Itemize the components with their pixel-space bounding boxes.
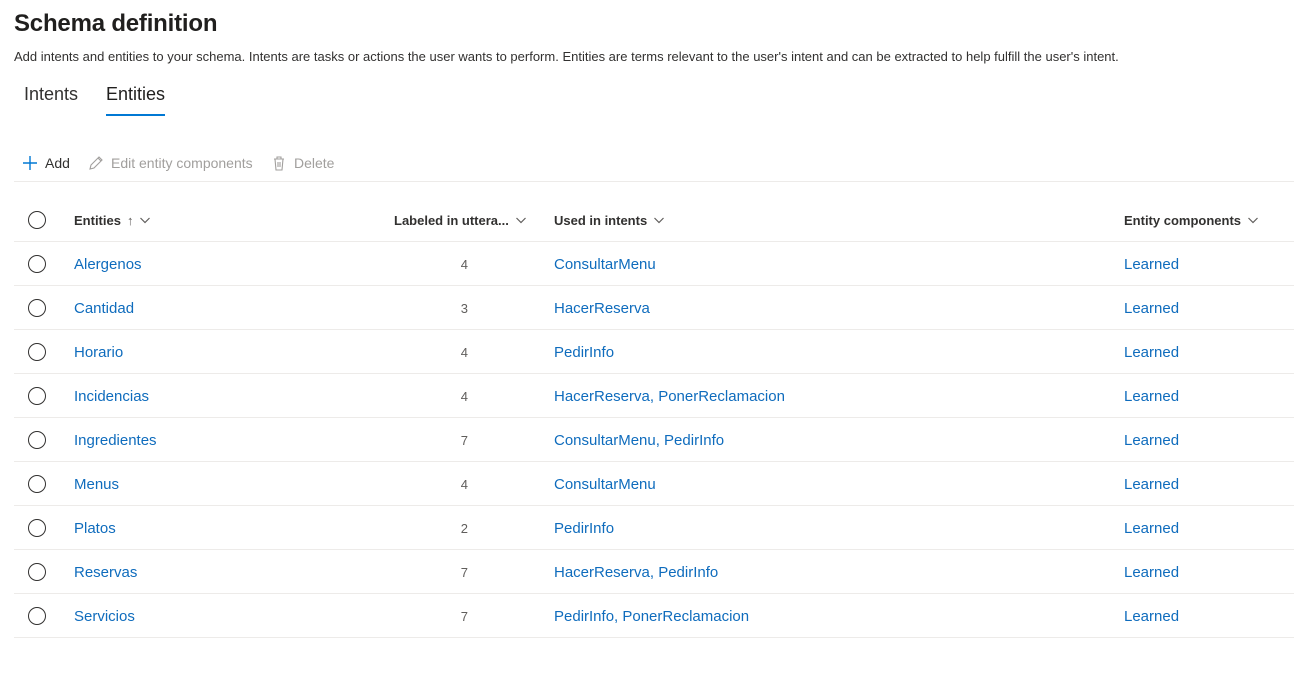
entity-components-link[interactable]: Learned [1124,476,1179,493]
chevron-down-icon [139,214,151,226]
column-header-entities[interactable]: Entities ↑ [74,198,151,242]
trash-icon [274,156,284,171]
entity-name-link[interactable]: Horario [74,344,123,361]
row-select-cell [28,462,48,506]
chevron-down-icon [515,214,527,226]
tab-intents[interactable]: Intents [24,84,78,118]
entity-name-link[interactable]: Alergenos [74,256,142,273]
row-select-cell [28,374,48,418]
table-row[interactable]: Servicios 7 PedirInfo, PonerReclamacion … [14,594,1294,638]
tab-intents-label: Intents [24,84,79,104]
table-header: Entities ↑ Labeled in uttera... Used in … [14,198,1294,242]
tab-entities[interactable]: Entities [106,84,166,118]
table-row[interactable]: Platos 2 PedirInfo Learned [14,506,1294,550]
row-select-cell [28,594,48,638]
entity-components-link[interactable]: Learned [1124,388,1179,405]
row-select-cell [28,506,48,550]
used-in-intents-link[interactable]: PedirInfo, PonerReclamacion [554,608,749,625]
labeled-count: 4 [460,388,468,404]
table-row[interactable]: Reservas 7 HacerReserva, PedirInfo Learn… [14,550,1294,594]
row-select-checkbox[interactable] [28,343,46,361]
delete-button[interactable]: Delete [271,150,334,176]
sort-ascending-icon: ↑ [126,212,134,228]
entity-components-link[interactable]: Learned [1124,256,1179,273]
select-all-checkbox[interactable] [28,211,46,229]
used-in-intents-link[interactable]: PedirInfo [554,520,614,537]
entity-name-link[interactable]: Ingredientes [74,432,157,449]
row-select-checkbox[interactable] [28,431,46,449]
table-row[interactable]: Cantidad 3 HacerReserva Learned [14,286,1294,330]
used-in-intents-link[interactable]: ConsultarMenu [554,476,656,493]
row-select-checkbox[interactable] [28,255,46,273]
delete-button-label: Delete [294,155,335,171]
labeled-count: 7 [460,608,468,624]
row-select-cell [28,550,48,594]
add-button[interactable]: Add [22,150,70,176]
row-select-checkbox[interactable] [28,563,46,581]
column-header-labeled-label: Labeled in uttera... [394,212,509,228]
pencil-icon [89,156,103,170]
used-in-intents-link[interactable]: ConsultarMenu [554,256,656,273]
entity-name-link[interactable]: Menus [74,476,119,493]
select-all-cell [28,198,48,242]
edit-entity-components-button[interactable]: Edit entity components [88,150,253,176]
chevron-down-icon [1247,214,1259,226]
entity-name-link[interactable]: Cantidad [74,300,134,317]
add-button-label: Add [45,155,70,171]
row-select-cell [28,286,48,330]
row-select-cell [28,418,48,462]
entities-table: Entities ↑ Labeled in uttera... Used in … [14,198,1294,638]
table-row[interactable]: Ingredientes 7 ConsultarMenu, PedirInfo … [14,418,1294,462]
entity-components-link[interactable]: Learned [1124,432,1179,449]
table-row[interactable]: Menus 4 ConsultarMenu Learned [14,462,1294,506]
row-select-checkbox[interactable] [28,607,46,625]
row-select-checkbox[interactable] [28,299,46,317]
entity-name-link[interactable]: Reservas [74,564,137,581]
used-in-intents-link[interactable]: HacerReserva [554,300,650,317]
used-in-intents-link[interactable]: ConsultarMenu, PedirInfo [554,432,724,449]
chevron-down-icon [653,214,665,226]
used-in-intents-link[interactable]: PedirInfo [554,344,614,361]
labeled-count: 4 [460,476,468,492]
row-select-cell [28,242,48,286]
column-header-entity-components-label: Entity components [1124,212,1242,228]
entity-name-link[interactable]: Incidencias [74,388,149,405]
tab-selected-indicator [106,114,166,116]
column-header-entity-components[interactable]: Entity components [1124,198,1259,242]
labeled-count: 2 [460,520,468,536]
row-select-cell [28,330,48,374]
table-row[interactable]: Alergenos 4 ConsultarMenu Learned [14,242,1294,286]
page-description: Add intents and entities to your schema.… [14,49,1119,64]
table-row[interactable]: Incidencias 4 HacerReserva, PonerReclama… [14,374,1294,418]
entity-components-link[interactable]: Learned [1124,608,1179,625]
table-row[interactable]: Horario 4 PedirInfo Learned [14,330,1294,374]
used-in-intents-link[interactable]: HacerReserva, PonerReclamacion [554,388,785,405]
labeled-count: 4 [460,256,468,272]
labeled-count: 7 [460,432,468,448]
row-select-checkbox[interactable] [28,519,46,537]
used-in-intents-link[interactable]: HacerReserva, PedirInfo [554,564,718,581]
tab-entities-label: Entities [106,84,166,104]
labeled-count: 4 [460,344,468,360]
column-header-used-in-intents-label: Used in intents [554,212,648,228]
plus-icon [23,156,37,170]
entity-name-link[interactable]: Servicios [74,608,135,625]
column-header-labeled[interactable]: Labeled in uttera... [394,198,544,242]
edit-entity-components-label: Edit entity components [111,155,253,171]
schema-definition-page: Schema definition Add intents and entiti… [0,0,1294,673]
entity-name-link[interactable]: Platos [74,520,116,537]
page-title: Schema definition [14,10,218,37]
entity-components-link[interactable]: Learned [1124,344,1179,361]
command-bar: Add Edit entity components Delete [14,146,1294,182]
labeled-count: 3 [460,300,468,316]
entity-components-link[interactable]: Learned [1124,300,1179,317]
row-select-checkbox[interactable] [28,475,46,493]
entity-components-link[interactable]: Learned [1124,520,1179,537]
column-header-used-in-intents[interactable]: Used in intents [554,198,665,242]
labeled-count: 7 [460,564,468,580]
row-select-checkbox[interactable] [28,387,46,405]
entity-components-link[interactable]: Learned [1124,564,1179,581]
column-header-entities-label: Entities [74,212,121,228]
